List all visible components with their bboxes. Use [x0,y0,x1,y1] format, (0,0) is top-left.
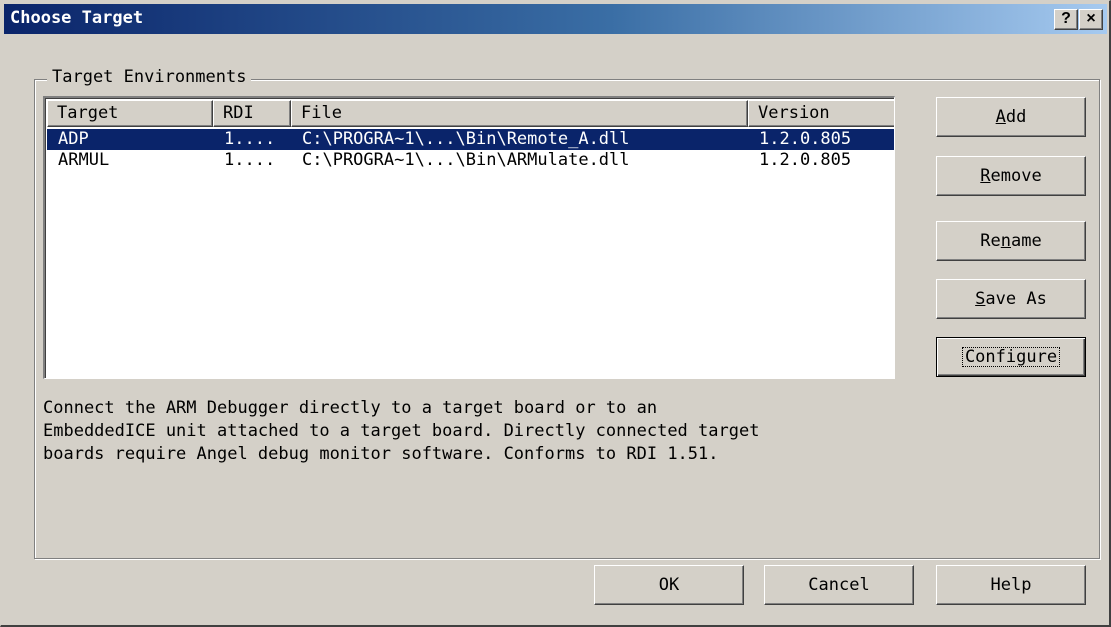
row-target: ADP [58,129,89,149]
cancel-button[interactable]: Cancel [764,565,914,605]
rename-accel-key: n [1000,231,1011,251]
table-row[interactable]: ARMUL 1.... C:\PROGRA~1\...\Bin\ARMulate… [47,150,894,171]
window-title: Choose Target [10,8,144,28]
column-header-rdi[interactable]: RDI [213,100,291,127]
save-as-label-post: ave As [985,289,1047,309]
description-line: EmbeddedICE unit attached to a target bo… [43,421,760,441]
configure-button[interactable]: Configure [936,337,1086,377]
save-as-accel-key: S [975,289,986,309]
remove-label-post: emove [990,166,1042,186]
save-as-button[interactable]: Save As [936,279,1086,319]
row-file: C:\PROGRA~1\...\Bin\ARMulate.dll [302,150,630,170]
row-version: 1.2.0.805 [759,150,852,170]
remove-button[interactable]: Remove [936,156,1086,196]
description-line: boards require Angel debug monitor softw… [43,444,719,464]
row-rdi: 1.... [224,150,276,170]
description-line: Connect the ARM Debugger directly to a t… [43,398,658,418]
remove-accel-key: R [980,166,991,186]
rename-label-pre: Re [980,231,1001,251]
add-accel-key: A [995,107,1006,127]
add-label-post: dd [1005,107,1027,127]
help-button[interactable]: Help [936,565,1086,605]
target-description: Connect the ARM Debugger directly to a t… [43,397,903,466]
help-icon[interactable]: ? [1054,9,1078,30]
close-icon[interactable]: × [1079,9,1103,30]
title-bar[interactable]: Choose Target ? × [4,4,1107,34]
configure-label: Configure [961,347,1061,367]
column-header-file[interactable]: File [291,100,748,127]
ok-button[interactable]: OK [594,565,744,605]
table-row[interactable]: ADP 1.... C:\PROGRA~1\...\Bin\Remote_A.d… [47,129,894,150]
choose-target-dialog: Choose Target ? × Target Environments Ta… [0,0,1111,627]
row-file: C:\PROGRA~1\...\Bin\Remote_A.dll [302,129,630,149]
row-version: 1.2.0.805 [759,129,852,149]
add-button[interactable]: Add [936,97,1086,137]
target-list[interactable]: Target RDI File Version ADP 1.... C:\PRO… [43,96,895,379]
list-header: Target RDI File Version [47,100,894,127]
group-label: Target Environments [47,67,252,87]
column-header-target[interactable]: Target [47,100,213,127]
row-rdi: 1.... [224,129,276,149]
rename-label-post: ame [1011,231,1042,251]
row-target: ARMUL [58,150,110,170]
column-header-version[interactable]: Version [748,100,894,127]
rename-button[interactable]: Rename [936,221,1086,261]
